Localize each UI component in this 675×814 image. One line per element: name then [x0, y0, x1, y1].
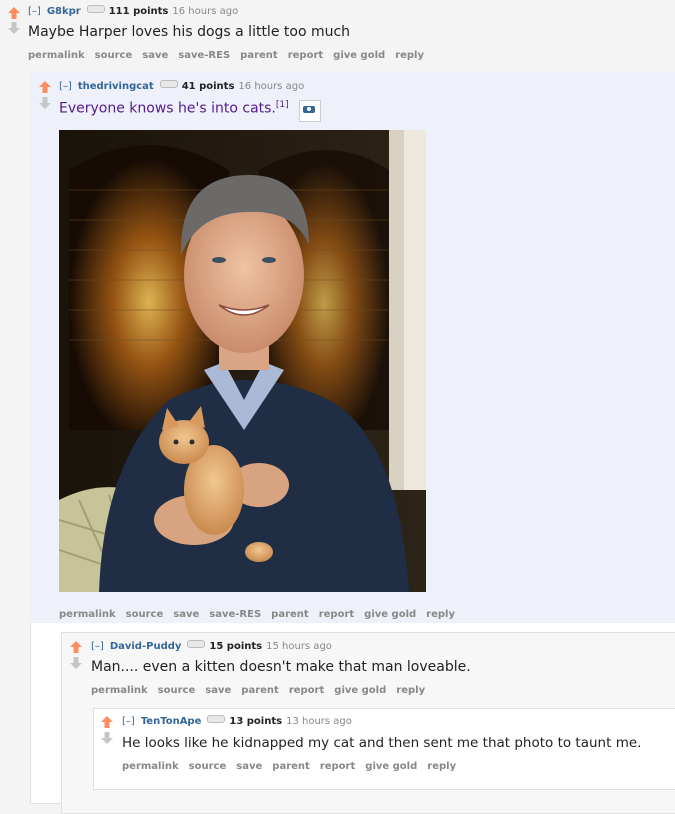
give-gold-button[interactable]: give gold: [333, 50, 385, 61]
author-link[interactable]: G8kpr: [47, 6, 81, 17]
comment-buttons: permalink source save parent report give gold…: [91, 685, 435, 696]
collapse-toggle[interactable]: [–]: [122, 716, 135, 727]
permalink-button[interactable]: permalink: [59, 609, 116, 620]
comment-tagline: [–] TenTonApe 13 points 13 hours ago: [122, 715, 352, 727]
collapse-toggle[interactable]: [–]: [28, 6, 41, 17]
res-toggle-icon[interactable]: [187, 640, 206, 648]
comment-link[interactable]: Everyone knows he's into cats.: [59, 101, 276, 117]
reply-button[interactable]: reply: [426, 609, 455, 620]
author-link[interactable]: thedrivingcat: [78, 81, 154, 92]
parent-button[interactable]: parent: [241, 685, 279, 696]
report-button[interactable]: report: [288, 50, 323, 61]
reply-button[interactable]: reply: [396, 685, 425, 696]
permalink-button[interactable]: permalink: [122, 761, 179, 772]
comment-tagline: [–] thedrivingcat 41 points 16 hours ago: [59, 80, 304, 92]
timestamp: 16 hours ago: [238, 81, 305, 92]
comment-body: Everyone knows he's into cats.[1]: [59, 100, 289, 117]
harper-kitten-photo: [59, 130, 426, 592]
source-button[interactable]: source: [158, 685, 196, 696]
save-button[interactable]: save: [142, 50, 168, 61]
report-button[interactable]: report: [289, 685, 324, 696]
save-res-button[interactable]: save-RES: [178, 50, 230, 61]
permalink-button[interactable]: permalink: [28, 50, 85, 61]
comment-tagline: [–] G8kpr 111 points 16 hours ago: [28, 5, 238, 17]
downvote-arrow-icon[interactable]: [100, 731, 114, 745]
downvote-arrow-icon[interactable]: [7, 21, 21, 35]
collapse-toggle[interactable]: [–]: [91, 641, 104, 652]
res-toggle-icon[interactable]: [207, 715, 226, 723]
downvote-arrow-icon[interactable]: [69, 656, 83, 670]
timestamp: 15 hours ago: [266, 641, 332, 652]
comment-buttons: permalink source save save-RES parent report g…: [28, 50, 434, 61]
source-button[interactable]: source: [189, 761, 227, 772]
score: 13 points: [229, 716, 283, 727]
score: 15 points: [209, 641, 263, 652]
parent-button[interactable]: parent: [271, 609, 309, 620]
comment-body: Maybe Harper loves his dogs a little too…: [28, 24, 351, 40]
save-button[interactable]: save: [173, 609, 199, 620]
score: 41 points: [181, 81, 235, 92]
res-toggle-icon[interactable]: [86, 5, 105, 13]
report-button[interactable]: report: [320, 761, 355, 772]
give-gold-button[interactable]: give gold: [364, 609, 416, 620]
save-res-button[interactable]: save-RES: [209, 609, 261, 620]
timestamp: 13 hours ago: [286, 716, 352, 727]
give-gold-button[interactable]: give gold: [365, 761, 417, 772]
reply-button[interactable]: reply: [427, 761, 456, 772]
author-link[interactable]: TenTonApe: [141, 716, 202, 727]
source-button[interactable]: source: [126, 609, 164, 620]
comment-tagline: [–] David-Puddy 15 points 15 hours ago: [91, 640, 332, 652]
upvote-arrow-icon[interactable]: [7, 6, 21, 20]
image-expando-icon[interactable]: [299, 100, 321, 122]
comment-body: He looks like he kidnapped my cat and th…: [122, 735, 642, 751]
upvote-arrow-icon[interactable]: [38, 80, 52, 94]
timestamp: 16 hours ago: [172, 6, 239, 17]
author-link[interactable]: David-Puddy: [110, 641, 182, 652]
downvote-arrow-icon[interactable]: [38, 96, 52, 110]
score: 111 points: [108, 6, 169, 17]
upvote-arrow-icon[interactable]: [100, 715, 114, 729]
expanded-image[interactable]: [59, 130, 426, 592]
comment-buttons: permalink source save save-RES parent report g…: [59, 609, 465, 620]
give-gold-button[interactable]: give gold: [334, 685, 386, 696]
save-button[interactable]: save: [205, 685, 231, 696]
parent-button[interactable]: parent: [240, 50, 278, 61]
collapse-toggle[interactable]: [–]: [59, 81, 72, 92]
footnote-marker[interactable]: [1]: [276, 100, 289, 110]
report-button[interactable]: report: [319, 609, 354, 620]
upvote-arrow-icon[interactable]: [69, 640, 83, 654]
comment-body: Man.... even a kitten doesn't make that …: [91, 659, 471, 675]
reply-button[interactable]: reply: [395, 50, 424, 61]
save-button[interactable]: save: [236, 761, 262, 772]
source-button[interactable]: source: [95, 50, 133, 61]
comment-buttons: permalink source save parent report give gold…: [122, 761, 466, 772]
parent-button[interactable]: parent: [272, 761, 310, 772]
permalink-button[interactable]: permalink: [91, 685, 148, 696]
res-toggle-icon[interactable]: [159, 80, 178, 88]
